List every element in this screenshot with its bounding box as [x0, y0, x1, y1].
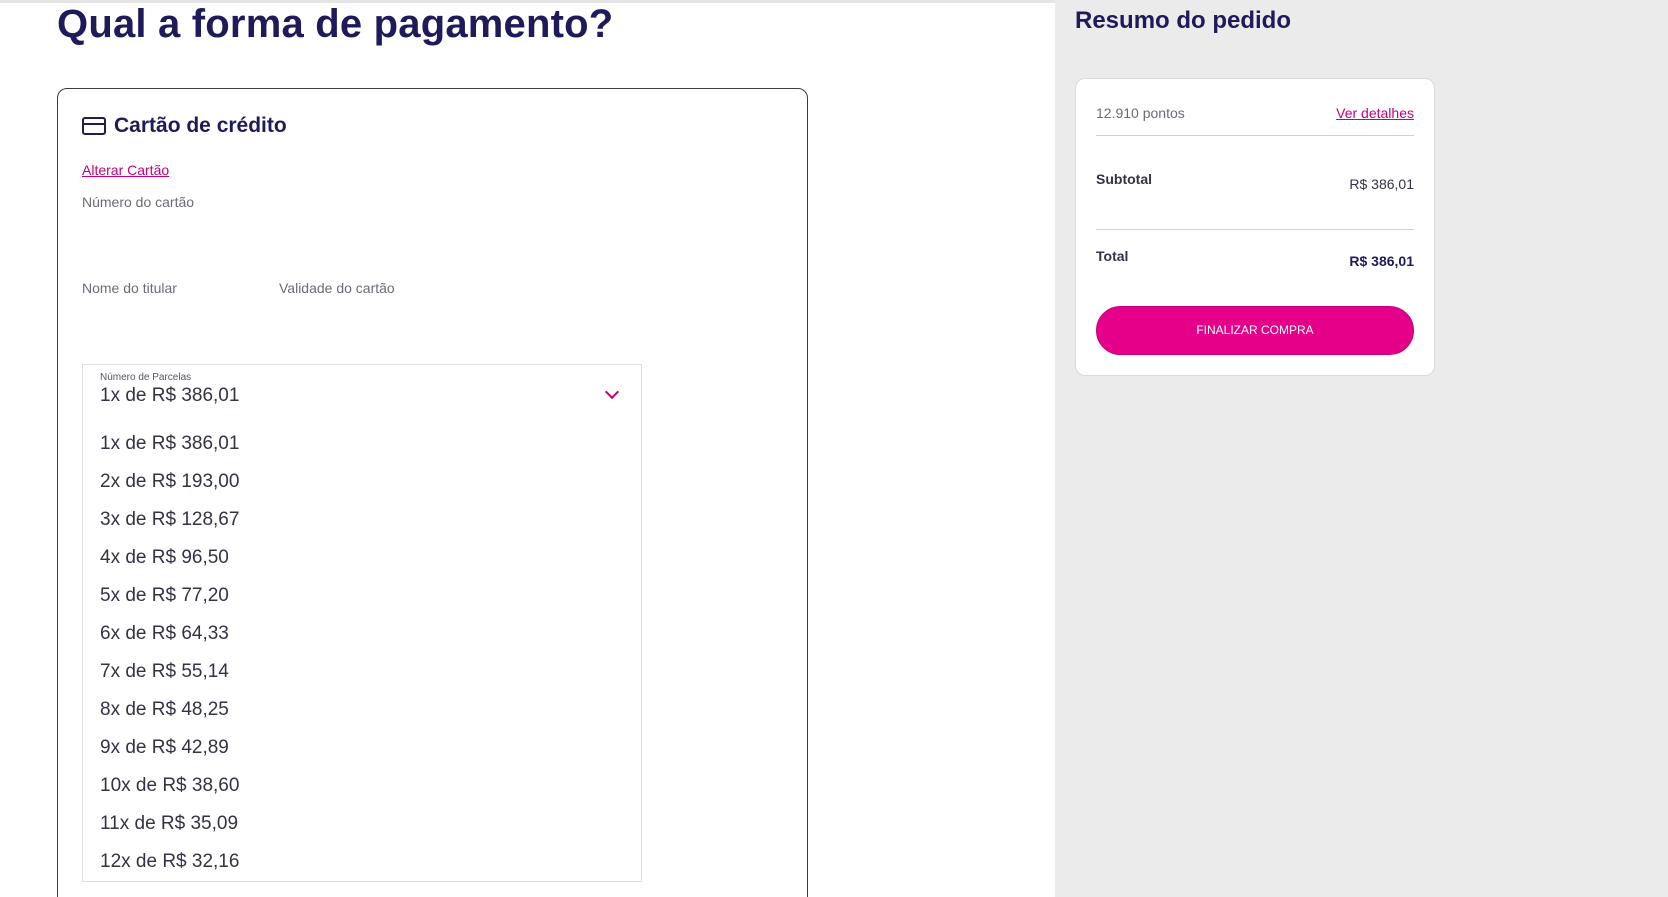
card-number-label: Número do cartão	[82, 194, 195, 210]
credit-card-icon	[82, 117, 106, 135]
installment-option-12[interactable]: 12x de R$ 32,16	[100, 843, 239, 881]
chevron-down-icon[interactable]	[604, 384, 620, 400]
finish-purchase-button[interactable]: FINALIZAR COMPRA	[1096, 306, 1414, 355]
change-card-link[interactable]: Alterar Cartão	[82, 162, 169, 178]
installment-option-8[interactable]: 8x de R$ 48,25	[100, 691, 239, 729]
total-label: Total	[1096, 248, 1129, 264]
subtotal-value: R$ 386,01	[1349, 176, 1414, 192]
installment-option-4[interactable]: 4x de R$ 96,50	[100, 539, 239, 577]
summary-divider	[1096, 229, 1414, 230]
order-summary-panel: Resumo do pedido 12.910 pontos Ver detal…	[1055, 0, 1668, 897]
installment-option-10[interactable]: 10x de R$ 38,60	[100, 767, 239, 805]
summary-divider	[1096, 135, 1414, 136]
installment-option-1[interactable]: 1x de R$ 386,01	[100, 425, 239, 463]
subtotal-label: Subtotal	[1096, 171, 1152, 187]
order-summary-card: 12.910 pontos Ver detalhes Subtotal R$ 3…	[1075, 78, 1435, 376]
page-title: Qual a forma de pagamento?	[57, 2, 614, 46]
order-summary-title: Resumo do pedido	[1075, 7, 1291, 34]
installment-option-11[interactable]: 11x de R$ 35,09	[100, 805, 239, 843]
installments-caption: Número de Parcelas	[100, 372, 192, 383]
points-value: 12.910 pontos	[1096, 105, 1185, 121]
card-expiry-label: Validade do cartão	[279, 280, 395, 296]
installments-options-list: 1x de R$ 386,01 2x de R$ 193,00 3x de R$…	[100, 425, 239, 881]
installment-option-5[interactable]: 5x de R$ 77,20	[100, 577, 239, 615]
installment-option-9[interactable]: 9x de R$ 42,89	[100, 729, 239, 767]
installments-select[interactable]: Número de Parcelas 1x de R$ 386,01 1x de…	[82, 364, 642, 882]
payment-method-title: Cartão de crédito	[114, 114, 287, 137]
payment-method-card: Cartão de crédito Alterar Cartão Número …	[57, 88, 808, 897]
installment-option-7[interactable]: 7x de R$ 55,14	[100, 653, 239, 691]
installments-selected-value[interactable]: 1x de R$ 386,01	[100, 385, 239, 407]
payment-method-header: Cartão de crédito	[82, 114, 287, 138]
holder-name-label: Nome do titular	[82, 280, 177, 296]
installment-option-2[interactable]: 2x de R$ 193,00	[100, 463, 239, 501]
total-value: R$ 386,01	[1349, 253, 1414, 269]
installment-option-3[interactable]: 3x de R$ 128,67	[100, 501, 239, 539]
view-details-link[interactable]: Ver detalhes	[1336, 105, 1414, 121]
installment-option-6[interactable]: 6x de R$ 64,33	[100, 615, 239, 653]
